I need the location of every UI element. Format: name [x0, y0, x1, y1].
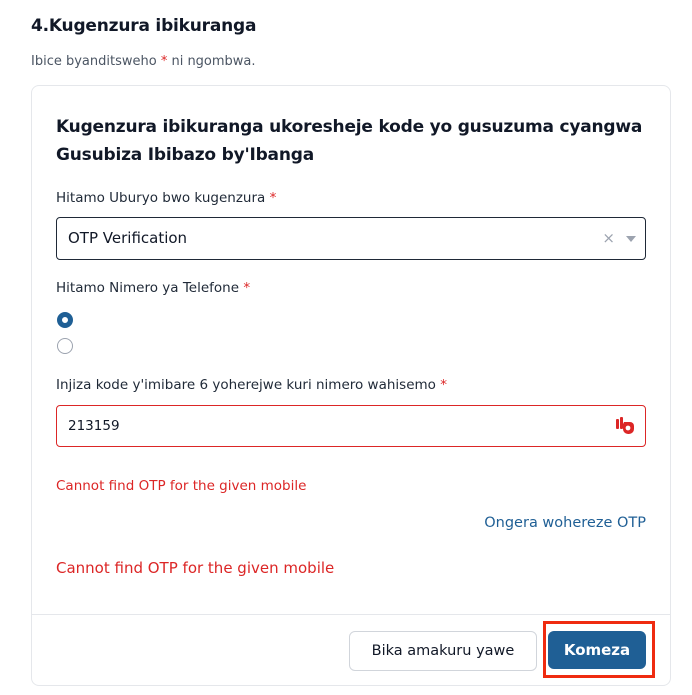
phone-label: Hitamo Nimero ya Telefone *	[56, 280, 250, 296]
otp-label-text: Injiza kode y'imibare 6 yoherejwe kuri n…	[56, 377, 436, 393]
resend-otp-link[interactable]: Ongera wohereze OTP	[484, 515, 646, 531]
verification-method-value: OTP Verification	[68, 229, 188, 247]
required-note-text: Ibice byanditsweho	[31, 54, 161, 69]
section-title: 4.Kugenzura ibikuranga	[31, 16, 257, 36]
phone-label-text: Hitamo Nimero ya Telefone	[56, 280, 240, 296]
card-title: Kugenzura ibikuranga ukoresheje kode yo …	[56, 117, 643, 165]
save-draft-button[interactable]: Bika amakuru yawe	[349, 631, 537, 671]
verification-method-select[interactable]: OTP Verification ×	[56, 217, 646, 260]
required-note-suffix: ni ngombwa.	[167, 54, 256, 69]
otp-input-value: 213159	[68, 418, 120, 434]
required-fields-note: Ibice byanditsweho * ni ngombwa.	[31, 54, 256, 69]
otp-input[interactable]: 213159	[56, 405, 646, 447]
continue-button[interactable]: Komeza	[548, 631, 646, 669]
otp-label: Injiza kode y'imibare 6 yoherejwe kuri n…	[56, 377, 447, 393]
otp-inline-error: Cannot find OTP for the given mobile	[56, 478, 307, 494]
otp-error-message: Cannot find OTP for the given mobile	[56, 559, 335, 577]
phone-required-star: *	[243, 280, 251, 296]
clear-icon[interactable]: ×	[602, 229, 615, 247]
phone-option-2-radio[interactable]	[57, 338, 73, 354]
otp-required-star: *	[440, 377, 447, 393]
verification-card: Kugenzura ibikuranga ukoresheje kode yo …	[31, 85, 671, 686]
method-label-text: Hitamo Uburyo bwo kugenzura	[56, 190, 266, 206]
phone-option-1-radio[interactable]	[57, 312, 73, 328]
password-manager-icon[interactable]	[615, 416, 635, 436]
chevron-down-icon[interactable]	[626, 236, 636, 242]
card-footer: Bika amakuru yawe Komeza	[32, 614, 670, 686]
method-label: Hitamo Uburyo bwo kugenzura *	[56, 190, 276, 206]
method-required-star: *	[269, 190, 277, 206]
